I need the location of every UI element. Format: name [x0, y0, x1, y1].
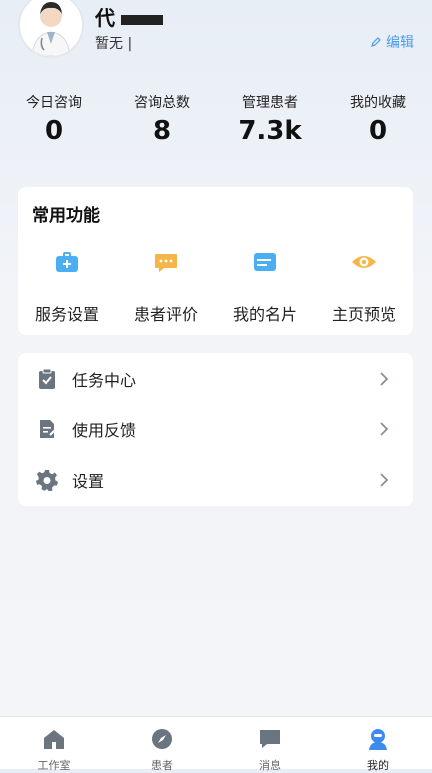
menu-label: 使用反馈 — [72, 421, 137, 440]
tab-label: 消息 — [259, 759, 281, 772]
edit-button[interactable]: 编辑 — [370, 32, 414, 52]
menu-list-card: 任务中心 使用反馈 设置 — [18, 353, 413, 506]
doctor-name: 代 — [95, 2, 163, 31]
menu-item-feedback[interactable]: 使用反馈 — [18, 404, 413, 454]
avatar[interactable] — [18, 0, 84, 58]
tab-patients[interactable]: 患者 — [108, 717, 216, 772]
chevron-right-icon — [380, 422, 389, 436]
edit-label: 编辑 — [386, 35, 414, 51]
tab-messages[interactable]: 消息 — [216, 717, 324, 772]
chat-bubble-icon — [155, 254, 177, 272]
tab-studio[interactable]: 工作室 — [0, 717, 108, 772]
stat-label: 今日咨询 — [26, 95, 82, 111]
eye-icon — [352, 256, 376, 268]
menu-label: 设置 — [72, 472, 105, 491]
function-homepage-preview[interactable]: 主页预览 — [315, 249, 413, 325]
stat-favorites[interactable]: 我的收藏 0 — [324, 92, 432, 146]
function-label: 我的名片 — [232, 305, 297, 324]
stat-managed-patients[interactable]: 管理患者 7.3k — [216, 92, 324, 146]
tab-label: 我的 — [367, 759, 389, 772]
doctor-subtitle: 暂无 | — [95, 36, 133, 52]
stat-label: 管理患者 — [242, 95, 298, 111]
stats-row: 今日咨询 0 咨询总数 8 管理患者 7.3k 我的收藏 0 — [0, 92, 432, 152]
stat-total-consult[interactable]: 咨询总数 8 — [108, 92, 216, 146]
stat-value: 7.3k — [238, 116, 302, 146]
doctor-avatar-icon — [31, 2, 71, 56]
function-patient-reviews[interactable]: 患者评价 — [117, 249, 215, 325]
tab-label: 工作室 — [37, 759, 71, 772]
message-icon — [260, 730, 280, 748]
user-icon — [369, 729, 387, 750]
function-label: 患者评价 — [133, 305, 198, 324]
profile-header: 代 暂无 | 编辑 — [0, 0, 432, 70]
menu-item-settings[interactable]: 设置 — [18, 455, 413, 505]
stat-value: 0 — [368, 116, 388, 146]
medical-kit-icon — [56, 252, 78, 272]
bottom-tab-bar: 工作室 患者 消息 我的 — [0, 716, 432, 772]
clipboard-check-icon — [39, 368, 55, 389]
stat-label: 我的收藏 — [350, 95, 406, 111]
function-label: 主页预览 — [331, 305, 396, 324]
menu-label: 任务中心 — [72, 371, 137, 390]
chevron-right-icon — [380, 372, 389, 386]
stat-value: 8 — [152, 116, 172, 146]
function-label: 服务设置 — [34, 305, 99, 324]
id-card-icon — [254, 253, 276, 271]
stat-label: 咨询总数 — [134, 95, 190, 111]
common-functions-card: 常用功能 服务设置 患者评价 我的名片 主页预览 — [18, 187, 413, 335]
function-service-settings[interactable]: 服务设置 — [18, 249, 116, 325]
pencil-icon — [371, 37, 381, 47]
tab-label: 患者 — [151, 759, 173, 772]
feedback-doc-icon — [40, 420, 56, 438]
function-business-card[interactable]: 我的名片 — [216, 249, 314, 325]
tab-mine[interactable]: 我的 — [324, 717, 432, 772]
stat-today-consult[interactable]: 今日咨询 0 — [0, 92, 108, 146]
home-icon — [44, 730, 64, 749]
section-title: 常用功能 — [32, 206, 100, 226]
menu-item-task-center[interactable]: 任务中心 — [18, 354, 413, 404]
gear-icon — [36, 470, 58, 491]
stat-value: 0 — [44, 116, 64, 146]
chevron-right-icon — [380, 473, 389, 487]
compass-icon — [152, 729, 172, 749]
